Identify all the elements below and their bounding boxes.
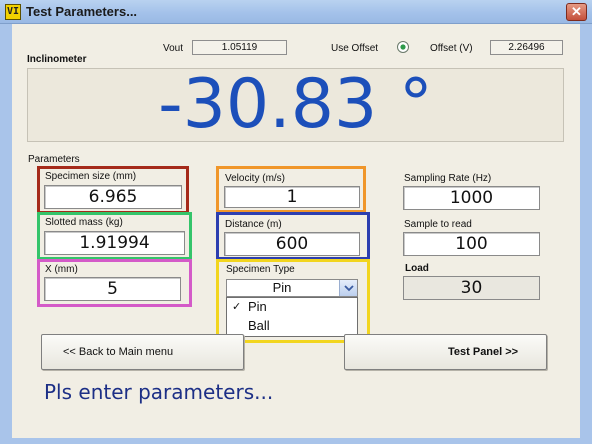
load-label: Load <box>405 263 429 274</box>
inclinometer-label: Inclinometer <box>27 54 87 65</box>
sample-to-read-label: Sample to read <box>404 219 472 230</box>
use-offset-radio[interactable] <box>396 40 410 54</box>
load-display: 30 <box>403 276 540 300</box>
back-to-main-menu-button[interactable]: << Back to Main menu <box>41 334 244 370</box>
highlight-slotted-mass <box>37 212 192 260</box>
sampling-rate-input[interactable]: 1000 <box>403 186 540 210</box>
vout-label: Vout <box>163 43 184 54</box>
close-button[interactable]: ✕ <box>566 3 587 21</box>
status-message: Pls enter parameters... <box>44 380 274 404</box>
app-icon: VI <box>5 4 21 20</box>
highlight-distance <box>216 212 370 260</box>
sample-to-read-input[interactable]: 100 <box>403 232 540 256</box>
sampling-rate-label: Sampling Rate (Hz) <box>404 173 492 184</box>
offset-display: 2.26496 <box>490 40 563 55</box>
angle-readout: -30.83 ° <box>158 65 433 144</box>
vout-display: 1.05119 <box>192 40 287 55</box>
highlight-specimen-type <box>216 259 370 343</box>
test-panel-button[interactable]: Test Panel >> <box>344 334 547 370</box>
offset-label: Offset (V) <box>430 43 473 54</box>
use-offset-label: Use Offset <box>331 43 379 54</box>
close-icon: ✕ <box>571 4 582 19</box>
parameters-section-label: Parameters <box>28 154 80 165</box>
window-title: Test Parameters... <box>26 4 138 19</box>
highlight-specimen-size <box>37 166 189 214</box>
highlight-x <box>37 259 192 307</box>
highlight-velocity <box>216 166 366 213</box>
